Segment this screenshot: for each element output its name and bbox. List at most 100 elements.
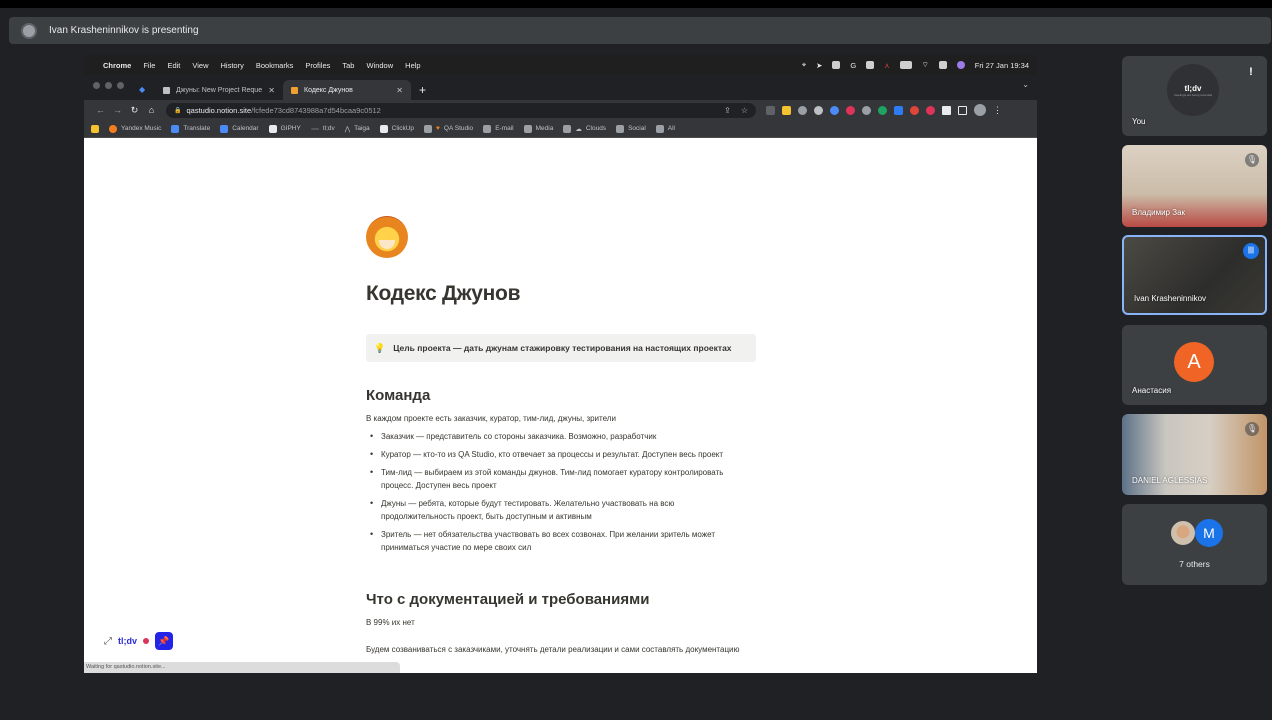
extensions-puzzle-icon[interactable] xyxy=(942,105,951,115)
chrome-menu-icon[interactable]: ⋮ xyxy=(993,105,1002,116)
grammarly-ext-icon[interactable] xyxy=(878,105,887,115)
bookmark-item[interactable]: Yandex Music xyxy=(109,124,161,133)
bookmark-item[interactable]: Translate xyxy=(171,124,211,133)
callout-block[interactable]: 💡 Цель проекта — дать джунам стажировку … xyxy=(366,334,756,362)
new-tab-button[interactable]: + xyxy=(419,83,426,97)
tldv-logo[interactable]: tl;dv xyxy=(118,636,137,646)
bookmark-star-icon[interactable]: ☆ xyxy=(741,106,748,115)
menu-edit[interactable]: Edit xyxy=(167,61,180,70)
bookmark-folder[interactable]: All xyxy=(655,124,675,133)
tab-kodeks-dzhunov[interactable]: Кодекс Джунов ✕ xyxy=(283,80,411,100)
callout-text: Цель проекта — дать джунам стажировку те… xyxy=(393,343,732,353)
participant-tile-others[interactable]: M 7 others xyxy=(1122,504,1267,585)
list-item[interactable]: Тим-лид — выбираем из этой команды джуно… xyxy=(366,466,746,492)
menubar-clock[interactable]: Fri 27 Jan 19:34 xyxy=(975,61,1029,70)
page-title[interactable]: Кодекс Джунов xyxy=(366,282,520,306)
tab-new-project-request[interactable]: Джуны: New Project Request ✕ xyxy=(155,80,283,100)
share-icon[interactable]: ⇪ xyxy=(724,106,731,115)
adblock-ext-icon[interactable] xyxy=(846,105,855,115)
menu-window[interactable]: Window xyxy=(366,61,393,70)
minimize-window-button[interactable] xyxy=(105,82,112,89)
menu-history[interactable]: History xyxy=(221,61,244,70)
pin-icon[interactable]: 📌 xyxy=(155,632,173,650)
bookmark-item[interactable]: Calendar xyxy=(220,124,259,133)
menu-bookmarks[interactable]: Bookmarks xyxy=(256,61,294,70)
participant-tile-daniel[interactable]: 🎙 DANIEL AGLESSIAS xyxy=(1122,414,1267,495)
url-input[interactable]: 🔒 qastudio.notion.site /fcfede73cd874398… xyxy=(166,102,756,118)
ext-icon[interactable] xyxy=(814,105,823,115)
pinned-tab-icon[interactable]: ◆ xyxy=(139,85,149,95)
bookmark-folder[interactable]: Media xyxy=(523,124,553,133)
adobe-icon[interactable]: ⋏ xyxy=(884,61,890,70)
ext-icon[interactable] xyxy=(798,105,807,115)
wifi-icon[interactable]: ⌔ xyxy=(922,60,929,70)
ext-icon[interactable] xyxy=(862,105,871,115)
participant-tile-vladimir[interactable]: 🎙 Владимир Зак xyxy=(1122,145,1267,227)
battery-icon[interactable] xyxy=(899,61,912,69)
ext-icon[interactable] xyxy=(910,105,919,115)
close-tab-icon[interactable]: ✕ xyxy=(268,86,275,95)
participant-tile-anastasia[interactable]: A Анастасия xyxy=(1122,325,1267,405)
bookmark-item[interactable]: ⋀ Taiga xyxy=(345,125,370,133)
back-button[interactable]: ← xyxy=(92,105,109,115)
screenshot-icon[interactable] xyxy=(866,61,875,69)
heading-docs[interactable]: Что с документацией и требованиями xyxy=(366,591,649,608)
bookmark-folder[interactable]: Social xyxy=(616,124,646,133)
bookmark-label: tl;dv xyxy=(322,125,335,132)
bookmark-item[interactable]: GIPHY xyxy=(268,124,301,133)
menu-view[interactable]: View xyxy=(192,61,208,70)
bookmark-folder[interactable]: ☁ Clouds xyxy=(563,124,606,133)
docs-text-2[interactable]: Будем созваниваться с заказчиками, уточн… xyxy=(366,643,746,656)
heading-team[interactable]: Команда xyxy=(366,387,430,404)
menu-file[interactable]: File xyxy=(143,61,155,70)
expand-icon[interactable]: ⤢ xyxy=(104,636,112,647)
siri-icon[interactable] xyxy=(956,61,965,69)
menu-tab[interactable]: Tab xyxy=(342,61,354,70)
list-item[interactable]: Заказчик — представитель со стороны зака… xyxy=(366,430,746,443)
app-menu[interactable]: Chrome xyxy=(103,61,131,70)
telegram-icon[interactable]: ➤ xyxy=(816,61,822,70)
location-icon[interactable]: ⌖ xyxy=(802,60,806,70)
folder-ext-icon[interactable] xyxy=(766,105,775,115)
bookmark-item[interactable]: ClickUp xyxy=(379,124,414,133)
docs-text-1[interactable]: В 99% их нет xyxy=(366,616,415,629)
zoom-window-button[interactable] xyxy=(117,82,124,89)
reload-button[interactable]: ↻ xyxy=(126,105,143,116)
speaking-indicator-icon: ||| xyxy=(1243,243,1259,259)
tab-search-chevron-icon[interactable]: ⌄ xyxy=(1022,80,1029,89)
lion-page-icon[interactable] xyxy=(366,216,408,258)
notes-ext-icon[interactable] xyxy=(782,105,791,115)
bookmark-item[interactable]: tl;dv xyxy=(310,125,335,132)
bookmark-item[interactable] xyxy=(91,124,99,133)
list-item[interactable]: Куратор — кто-то из QA Studio, кто отвеч… xyxy=(366,448,746,461)
team-intro-text[interactable]: В каждом проекте есть заказчик, куратор,… xyxy=(366,412,616,425)
home-button[interactable]: ⌂ xyxy=(143,105,160,115)
grammarly-icon[interactable]: G xyxy=(850,61,856,70)
side-panel-icon[interactable] xyxy=(958,105,967,115)
folder-icon xyxy=(523,124,532,133)
tab-label: Кодекс Джунов xyxy=(304,86,353,94)
forward-button[interactable]: → xyxy=(109,105,126,115)
participant-tile-you[interactable]: tl;dv meetings are being recorded ! You xyxy=(1122,56,1267,136)
close-window-button[interactable] xyxy=(93,82,100,89)
zoom-ext-icon[interactable] xyxy=(894,105,903,115)
ext-icon[interactable] xyxy=(830,105,839,115)
participant-name: DANIEL AGLESSIAS xyxy=(1132,476,1208,485)
bookmark-folder[interactable]: E-mail xyxy=(483,124,514,133)
menu-profiles[interactable]: Profiles xyxy=(305,61,330,70)
list-item[interactable]: Джуны — ребята, которые будут тестироват… xyxy=(366,497,746,523)
presenting-banner: Ivan Krasheninnikov is presenting xyxy=(9,17,1271,44)
cloud-icon: ☁ xyxy=(575,125,582,133)
ext-icon[interactable] xyxy=(926,105,935,115)
status-app-icon[interactable] xyxy=(832,61,841,69)
close-tab-icon[interactable]: ✕ xyxy=(396,86,403,95)
profile-avatar[interactable] xyxy=(974,104,986,116)
bookmark-folder[interactable]: ♥ QA Studio xyxy=(424,124,473,133)
alert-icon[interactable]: ! xyxy=(1245,66,1257,80)
list-item[interactable]: Зритель — нет обязательства участвовать … xyxy=(366,528,746,554)
lock-icon[interactable]: 🔒 xyxy=(174,107,181,114)
bookmark-label: Translate xyxy=(183,125,211,132)
menu-help[interactable]: Help xyxy=(405,61,420,70)
participant-tile-ivan[interactable]: ||| Ivan Krasheninnikov xyxy=(1122,235,1267,315)
control-center-icon[interactable] xyxy=(938,61,947,69)
